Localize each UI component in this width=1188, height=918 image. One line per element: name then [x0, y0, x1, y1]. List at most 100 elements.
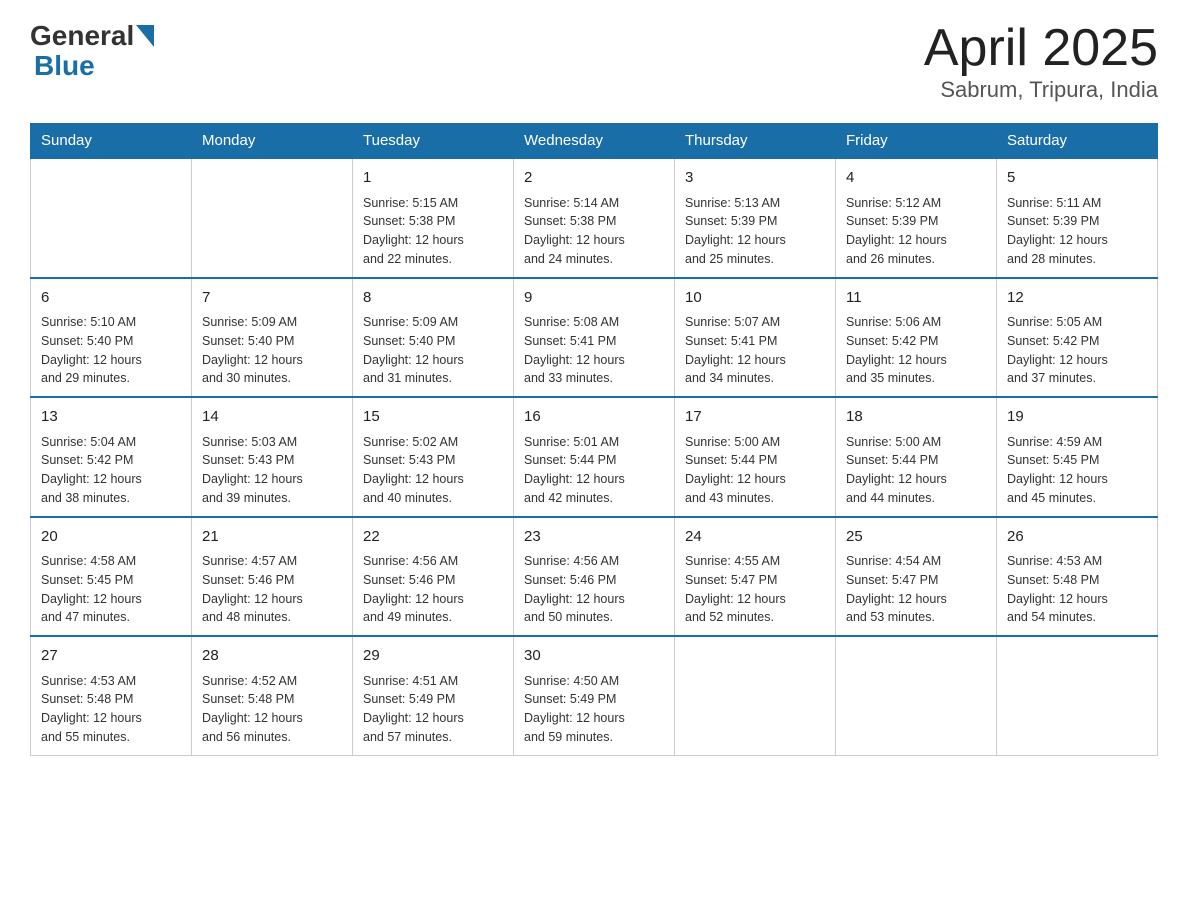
day-info: Sunrise: 5:13 AM Sunset: 5:39 PM Dayligh… [685, 194, 825, 269]
calendar-table: SundayMondayTuesdayWednesdayThursdayFrid… [30, 123, 1158, 756]
day-info: Sunrise: 4:58 AM Sunset: 5:45 PM Dayligh… [41, 552, 181, 627]
calendar-week-row: 1Sunrise: 5:15 AM Sunset: 5:38 PM Daylig… [31, 158, 1158, 278]
day-number: 7 [202, 287, 342, 310]
weekday-header: Tuesday [353, 124, 514, 159]
calendar-day-cell: 22 Sunrise: 4:56 AM Sunset: 5:46 PM Dayli… [353, 517, 514, 637]
weekday-header: Sunday [31, 124, 192, 159]
logo: General Blue [30, 20, 154, 82]
day-info: Sunrise: 5:12 AM Sunset: 5:39 PM Dayligh… [846, 194, 986, 269]
day-number: 4 [846, 167, 986, 190]
calendar-day-cell: 28Sunrise: 4:52 AM Sunset: 5:48 PM Dayli… [192, 636, 353, 755]
day-info: Sunrise: 5:10 AM Sunset: 5:40 PM Dayligh… [41, 313, 181, 388]
calendar-week-row: 27 Sunrise: 4:53 AM Sunset: 5:48 PM Dayli… [31, 636, 1158, 755]
weekday-header: Wednesday [514, 124, 675, 159]
day-number: 3 [685, 167, 825, 190]
day-number: 1 [363, 167, 503, 190]
day-number: 12 [1007, 287, 1147, 310]
day-info: Sunrise: 4:57 AM Sunset: 5:46 PM Dayligh… [202, 552, 342, 627]
calendar-day-cell [675, 636, 836, 755]
day-info: Sunrise: 4:53 AM Sunset: 5:48 PM Dayligh… [1007, 552, 1147, 627]
day-info: Sunrise: 4:54 AM Sunset: 5:47 PM Dayligh… [846, 552, 986, 627]
day-number: 29 [363, 645, 503, 668]
calendar-day-cell: 27 Sunrise: 4:53 AM Sunset: 5:48 PM Dayli… [31, 636, 192, 755]
calendar-day-cell: 16 Sunrise: 5:01 AM Sunset: 5:44 PM Dayli… [514, 397, 675, 517]
weekday-header: Saturday [997, 124, 1158, 159]
calendar-day-cell [836, 636, 997, 755]
day-number: 27 [41, 645, 181, 668]
day-number: 15 [363, 406, 503, 429]
calendar-day-cell: 26 Sunrise: 4:53 AM Sunset: 5:48 PM Dayli… [997, 517, 1158, 637]
day-info: Sunrise: 4:53 AM Sunset: 5:48 PM Dayligh… [41, 672, 181, 747]
day-number: 17 [685, 406, 825, 429]
day-info: Sunrise: 5:08 AM Sunset: 5:41 PM Dayligh… [524, 313, 664, 388]
page-header: General Blue April 2025 Sabrum, Tripura,… [30, 20, 1158, 103]
calendar-day-cell: 23 Sunrise: 4:56 AM Sunset: 5:46 PM Dayli… [514, 517, 675, 637]
day-info: Sunrise: 4:55 AM Sunset: 5:47 PM Dayligh… [685, 552, 825, 627]
calendar-title: April 2025 [924, 20, 1158, 77]
calendar-day-cell: 8 Sunrise: 5:09 AM Sunset: 5:40 PM Daylig… [353, 278, 514, 398]
calendar-day-cell: 10 Sunrise: 5:07 AM Sunset: 5:41 PM Dayli… [675, 278, 836, 398]
day-info: Sunrise: 5:02 AM Sunset: 5:43 PM Dayligh… [363, 433, 503, 508]
day-info: Sunrise: 4:50 AM Sunset: 5:49 PM Dayligh… [524, 672, 664, 747]
calendar-day-cell [192, 158, 353, 278]
calendar-day-cell: 6Sunrise: 5:10 AM Sunset: 5:40 PM Daylig… [31, 278, 192, 398]
calendar-day-cell: 18 Sunrise: 5:00 AM Sunset: 5:44 PM Dayli… [836, 397, 997, 517]
day-number: 16 [524, 406, 664, 429]
calendar-day-cell: 1Sunrise: 5:15 AM Sunset: 5:38 PM Daylig… [353, 158, 514, 278]
day-number: 21 [202, 526, 342, 549]
calendar-day-cell: 19 Sunrise: 4:59 AM Sunset: 5:45 PM Dayli… [997, 397, 1158, 517]
day-number: 26 [1007, 526, 1147, 549]
day-number: 2 [524, 167, 664, 190]
day-number: 13 [41, 406, 181, 429]
calendar-day-cell: 21 Sunrise: 4:57 AM Sunset: 5:46 PM Dayli… [192, 517, 353, 637]
calendar-day-cell: 5Sunrise: 5:11 AM Sunset: 5:39 PM Daylig… [997, 158, 1158, 278]
logo-arrow-icon [136, 25, 154, 47]
calendar-day-cell: 11Sunrise: 5:06 AM Sunset: 5:42 PM Dayli… [836, 278, 997, 398]
calendar-day-cell: 17Sunrise: 5:00 AM Sunset: 5:44 PM Dayli… [675, 397, 836, 517]
day-info: Sunrise: 5:09 AM Sunset: 5:40 PM Dayligh… [202, 313, 342, 388]
calendar-week-row: 20 Sunrise: 4:58 AM Sunset: 5:45 PM Dayli… [31, 517, 1158, 637]
day-number: 30 [524, 645, 664, 668]
day-info: Sunrise: 4:59 AM Sunset: 5:45 PM Dayligh… [1007, 433, 1147, 508]
calendar-day-cell: 2 Sunrise: 5:14 AM Sunset: 5:38 PM Daylig… [514, 158, 675, 278]
day-number: 8 [363, 287, 503, 310]
day-number: 11 [846, 287, 986, 310]
day-number: 22 [363, 526, 503, 549]
day-number: 5 [1007, 167, 1147, 190]
day-number: 23 [524, 526, 664, 549]
calendar-week-row: 13Sunrise: 5:04 AM Sunset: 5:42 PM Dayli… [31, 397, 1158, 517]
day-info: Sunrise: 4:56 AM Sunset: 5:46 PM Dayligh… [363, 552, 503, 627]
calendar-subtitle: Sabrum, Tripura, India [924, 77, 1158, 103]
day-info: Sunrise: 5:00 AM Sunset: 5:44 PM Dayligh… [846, 433, 986, 508]
weekday-header: Thursday [675, 124, 836, 159]
weekday-header: Monday [192, 124, 353, 159]
calendar-day-cell: 14 Sunrise: 5:03 AM Sunset: 5:43 PM Dayli… [192, 397, 353, 517]
calendar-day-cell: 25Sunrise: 4:54 AM Sunset: 5:47 PM Dayli… [836, 517, 997, 637]
title-block: April 2025 Sabrum, Tripura, India [924, 20, 1158, 103]
calendar-day-cell: 24 Sunrise: 4:55 AM Sunset: 5:47 PM Dayli… [675, 517, 836, 637]
calendar-day-cell: 13Sunrise: 5:04 AM Sunset: 5:42 PM Dayli… [31, 397, 192, 517]
weekday-header: Friday [836, 124, 997, 159]
day-number: 20 [41, 526, 181, 549]
day-info: Sunrise: 5:07 AM Sunset: 5:41 PM Dayligh… [685, 313, 825, 388]
day-info: Sunrise: 5:03 AM Sunset: 5:43 PM Dayligh… [202, 433, 342, 508]
day-number: 19 [1007, 406, 1147, 429]
day-number: 28 [202, 645, 342, 668]
calendar-day-cell: 12Sunrise: 5:05 AM Sunset: 5:42 PM Dayli… [997, 278, 1158, 398]
day-number: 24 [685, 526, 825, 549]
day-number: 10 [685, 287, 825, 310]
calendar-day-cell [31, 158, 192, 278]
day-number: 9 [524, 287, 664, 310]
day-number: 14 [202, 406, 342, 429]
day-info: Sunrise: 4:51 AM Sunset: 5:49 PM Dayligh… [363, 672, 503, 747]
calendar-day-cell: 15 Sunrise: 5:02 AM Sunset: 5:43 PM Dayli… [353, 397, 514, 517]
day-number: 18 [846, 406, 986, 429]
calendar-day-cell [997, 636, 1158, 755]
day-info: Sunrise: 5:09 AM Sunset: 5:40 PM Dayligh… [363, 313, 503, 388]
logo-blue-text: Blue [34, 50, 95, 81]
day-info: Sunrise: 5:01 AM Sunset: 5:44 PM Dayligh… [524, 433, 664, 508]
calendar-day-cell: 7 Sunrise: 5:09 AM Sunset: 5:40 PM Daylig… [192, 278, 353, 398]
day-info: Sunrise: 4:56 AM Sunset: 5:46 PM Dayligh… [524, 552, 664, 627]
day-info: Sunrise: 5:14 AM Sunset: 5:38 PM Dayligh… [524, 194, 664, 269]
calendar-day-cell: 30 Sunrise: 4:50 AM Sunset: 5:49 PM Dayli… [514, 636, 675, 755]
